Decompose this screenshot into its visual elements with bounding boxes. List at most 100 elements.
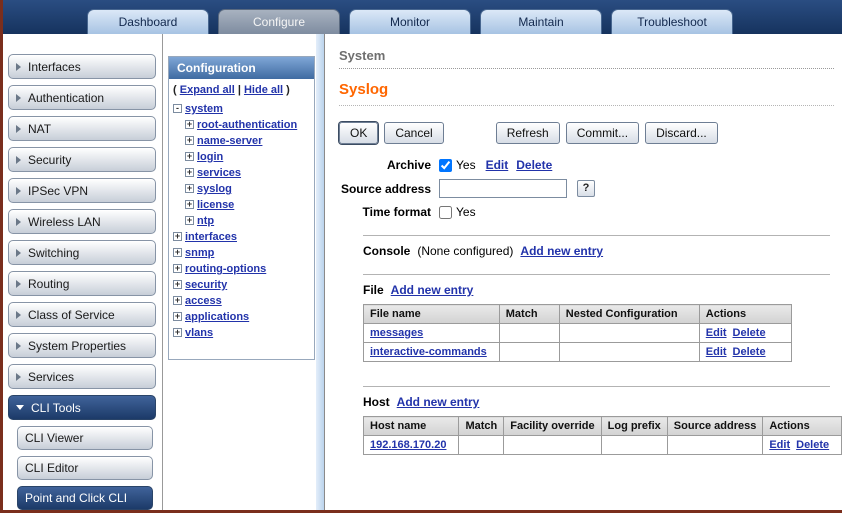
content-area: Interfaces Authentication NAT Security I… <box>3 34 842 510</box>
tree-node-link[interactable]: login <box>197 151 223 163</box>
expand-icon[interactable]: + <box>185 120 194 129</box>
time-format-checkbox[interactable] <box>439 206 452 219</box>
top-nav-bar: Dashboard Configure Monitor Maintain Tro… <box>3 0 842 34</box>
archive-checkbox[interactable] <box>439 159 452 172</box>
file-name-link[interactable]: messages <box>370 327 423 339</box>
sidebar-item-routing[interactable]: Routing <box>8 271 156 296</box>
delete-link[interactable]: Delete <box>733 327 766 339</box>
tree-node-link[interactable]: name-server <box>197 135 262 147</box>
sidebar-item-cli-editor[interactable]: CLI Editor <box>17 456 153 480</box>
tree-node-link[interactable]: syslog <box>197 183 232 195</box>
tab-monitor[interactable]: Monitor <box>349 9 471 34</box>
chevron-right-icon <box>16 63 21 71</box>
expand-icon[interactable]: + <box>185 136 194 145</box>
expand-icon[interactable]: + <box>173 248 182 257</box>
source-address-input[interactable] <box>439 179 567 198</box>
tree-node-link[interactable]: services <box>197 167 241 179</box>
tab-maintain[interactable]: Maintain <box>480 9 602 34</box>
sidebar-item-label: IPSec VPN <box>28 184 88 198</box>
tree-node-link[interactable]: interfaces <box>185 231 237 243</box>
sidebar-item-authentication[interactable]: Authentication <box>8 85 156 110</box>
expand-icon[interactable]: + <box>173 232 182 241</box>
sidebar-item-label: CLI Editor <box>25 461 78 475</box>
console-add-new-entry-link[interactable]: Add new entry <box>520 244 603 258</box>
archive-delete-link[interactable]: Delete <box>516 158 552 172</box>
delete-link[interactable]: Delete <box>733 346 766 358</box>
file-add-new-entry-link[interactable]: Add new entry <box>391 283 474 297</box>
tab-dashboard[interactable]: Dashboard <box>87 9 209 34</box>
expand-icon[interactable]: + <box>185 168 194 177</box>
edit-link[interactable]: Edit <box>706 327 727 339</box>
discard-button[interactable]: Discard... <box>645 122 718 144</box>
file-table-header-row: File name Match Nested Configuration Act… <box>364 305 792 324</box>
tree-node-link[interactable]: ntp <box>197 215 214 227</box>
tree-node-link[interactable]: applications <box>185 311 249 323</box>
host-name-link[interactable]: 192.168.170.20 <box>370 439 446 451</box>
tree-node-link[interactable]: root-authentication <box>197 119 297 131</box>
console-header: Console (None configured) Add new entry <box>363 244 830 258</box>
tree-node-root-authentication: +root-authentication <box>173 117 312 133</box>
paren-close: ) <box>286 84 290 96</box>
tree-node-link[interactable]: routing-options <box>185 263 266 275</box>
sidebar-item-ipsec-vpn[interactable]: IPSec VPN <box>8 178 156 203</box>
expand-icon[interactable]: + <box>173 296 182 305</box>
tree-node-link[interactable]: system <box>185 103 223 115</box>
expand-icon[interactable]: + <box>173 264 182 273</box>
hide-all-link[interactable]: Hide all <box>244 84 283 96</box>
log-prefix-cell <box>601 436 667 455</box>
chevron-right-icon <box>16 156 21 164</box>
tab-configure[interactable]: Configure <box>218 9 340 34</box>
archive-edit-link[interactable]: Edit <box>486 158 509 172</box>
tree-scrollbar[interactable] <box>316 34 324 510</box>
tree-node-access: +access <box>173 293 312 309</box>
cancel-button[interactable]: Cancel <box>384 122 443 144</box>
tree-node-link[interactable]: security <box>185 279 227 291</box>
expand-icon[interactable]: + <box>173 280 182 289</box>
sidebar-item-system-properties[interactable]: System Properties <box>8 333 156 358</box>
sidebar-item-point-and-click-cli[interactable]: Point and Click CLI <box>17 486 153 510</box>
expand-all-link[interactable]: Expand all <box>180 84 235 96</box>
sidebar-item-cli-viewer[interactable]: CLI Viewer <box>17 426 153 450</box>
column-header-facility-override: Facility override <box>504 417 601 436</box>
tree-node-link[interactable]: vlans <box>185 327 213 339</box>
file-name-link[interactable]: interactive-commands <box>370 346 487 358</box>
sidebar-item-class-of-service[interactable]: Class of Service <box>8 302 156 327</box>
sidebar-item-label: System Properties <box>28 339 126 353</box>
tree-node-services: +services <box>173 165 312 181</box>
expand-icon[interactable]: + <box>185 152 194 161</box>
host-section: Host Add new entry Host name Match Facil… <box>363 386 830 455</box>
sidebar-item-label: CLI Tools <box>31 401 81 415</box>
help-button[interactable]: ? <box>577 180 595 197</box>
tree-node-link[interactable]: license <box>197 199 234 211</box>
host-title: Host <box>363 395 390 409</box>
expand-icon[interactable]: + <box>173 312 182 321</box>
sidebar-item-nat[interactable]: NAT <box>8 116 156 141</box>
chevron-right-icon <box>16 218 21 226</box>
expand-icon[interactable]: + <box>185 200 194 209</box>
sidebar-item-security[interactable]: Security <box>8 147 156 172</box>
sidebar-item-label: CLI Viewer <box>25 431 83 445</box>
delete-link[interactable]: Delete <box>796 439 829 451</box>
chevron-right-icon <box>16 249 21 257</box>
sidebar-item-label: Security <box>28 153 71 167</box>
refresh-button[interactable]: Refresh <box>496 122 560 144</box>
tree-node-link[interactable]: access <box>185 295 222 307</box>
edit-link[interactable]: Edit <box>769 439 790 451</box>
expand-icon[interactable]: + <box>185 216 194 225</box>
commit-button[interactable]: Commit... <box>566 122 639 144</box>
tree-node-link[interactable]: snmp <box>185 247 214 259</box>
edit-link[interactable]: Edit <box>706 346 727 358</box>
ok-button[interactable]: OK <box>339 122 378 144</box>
sidebar-item-services[interactable]: Services <box>8 364 156 389</box>
expand-icon[interactable]: + <box>173 328 182 337</box>
sidebar-item-cli-tools[interactable]: CLI Tools <box>8 395 156 420</box>
sidebar-item-wireless-lan[interactable]: Wireless LAN <box>8 209 156 234</box>
sidebar-item-interfaces[interactable]: Interfaces <box>8 54 156 79</box>
pipe-separator: | <box>238 84 241 96</box>
host-add-new-entry-link[interactable]: Add new entry <box>397 395 480 409</box>
sidebar-item-label: NAT <box>28 122 51 136</box>
expand-icon[interactable]: + <box>185 184 194 193</box>
collapse-icon[interactable]: - <box>173 104 182 113</box>
sidebar-item-switching[interactable]: Switching <box>8 240 156 265</box>
tab-troubleshoot[interactable]: Troubleshoot <box>611 9 733 34</box>
